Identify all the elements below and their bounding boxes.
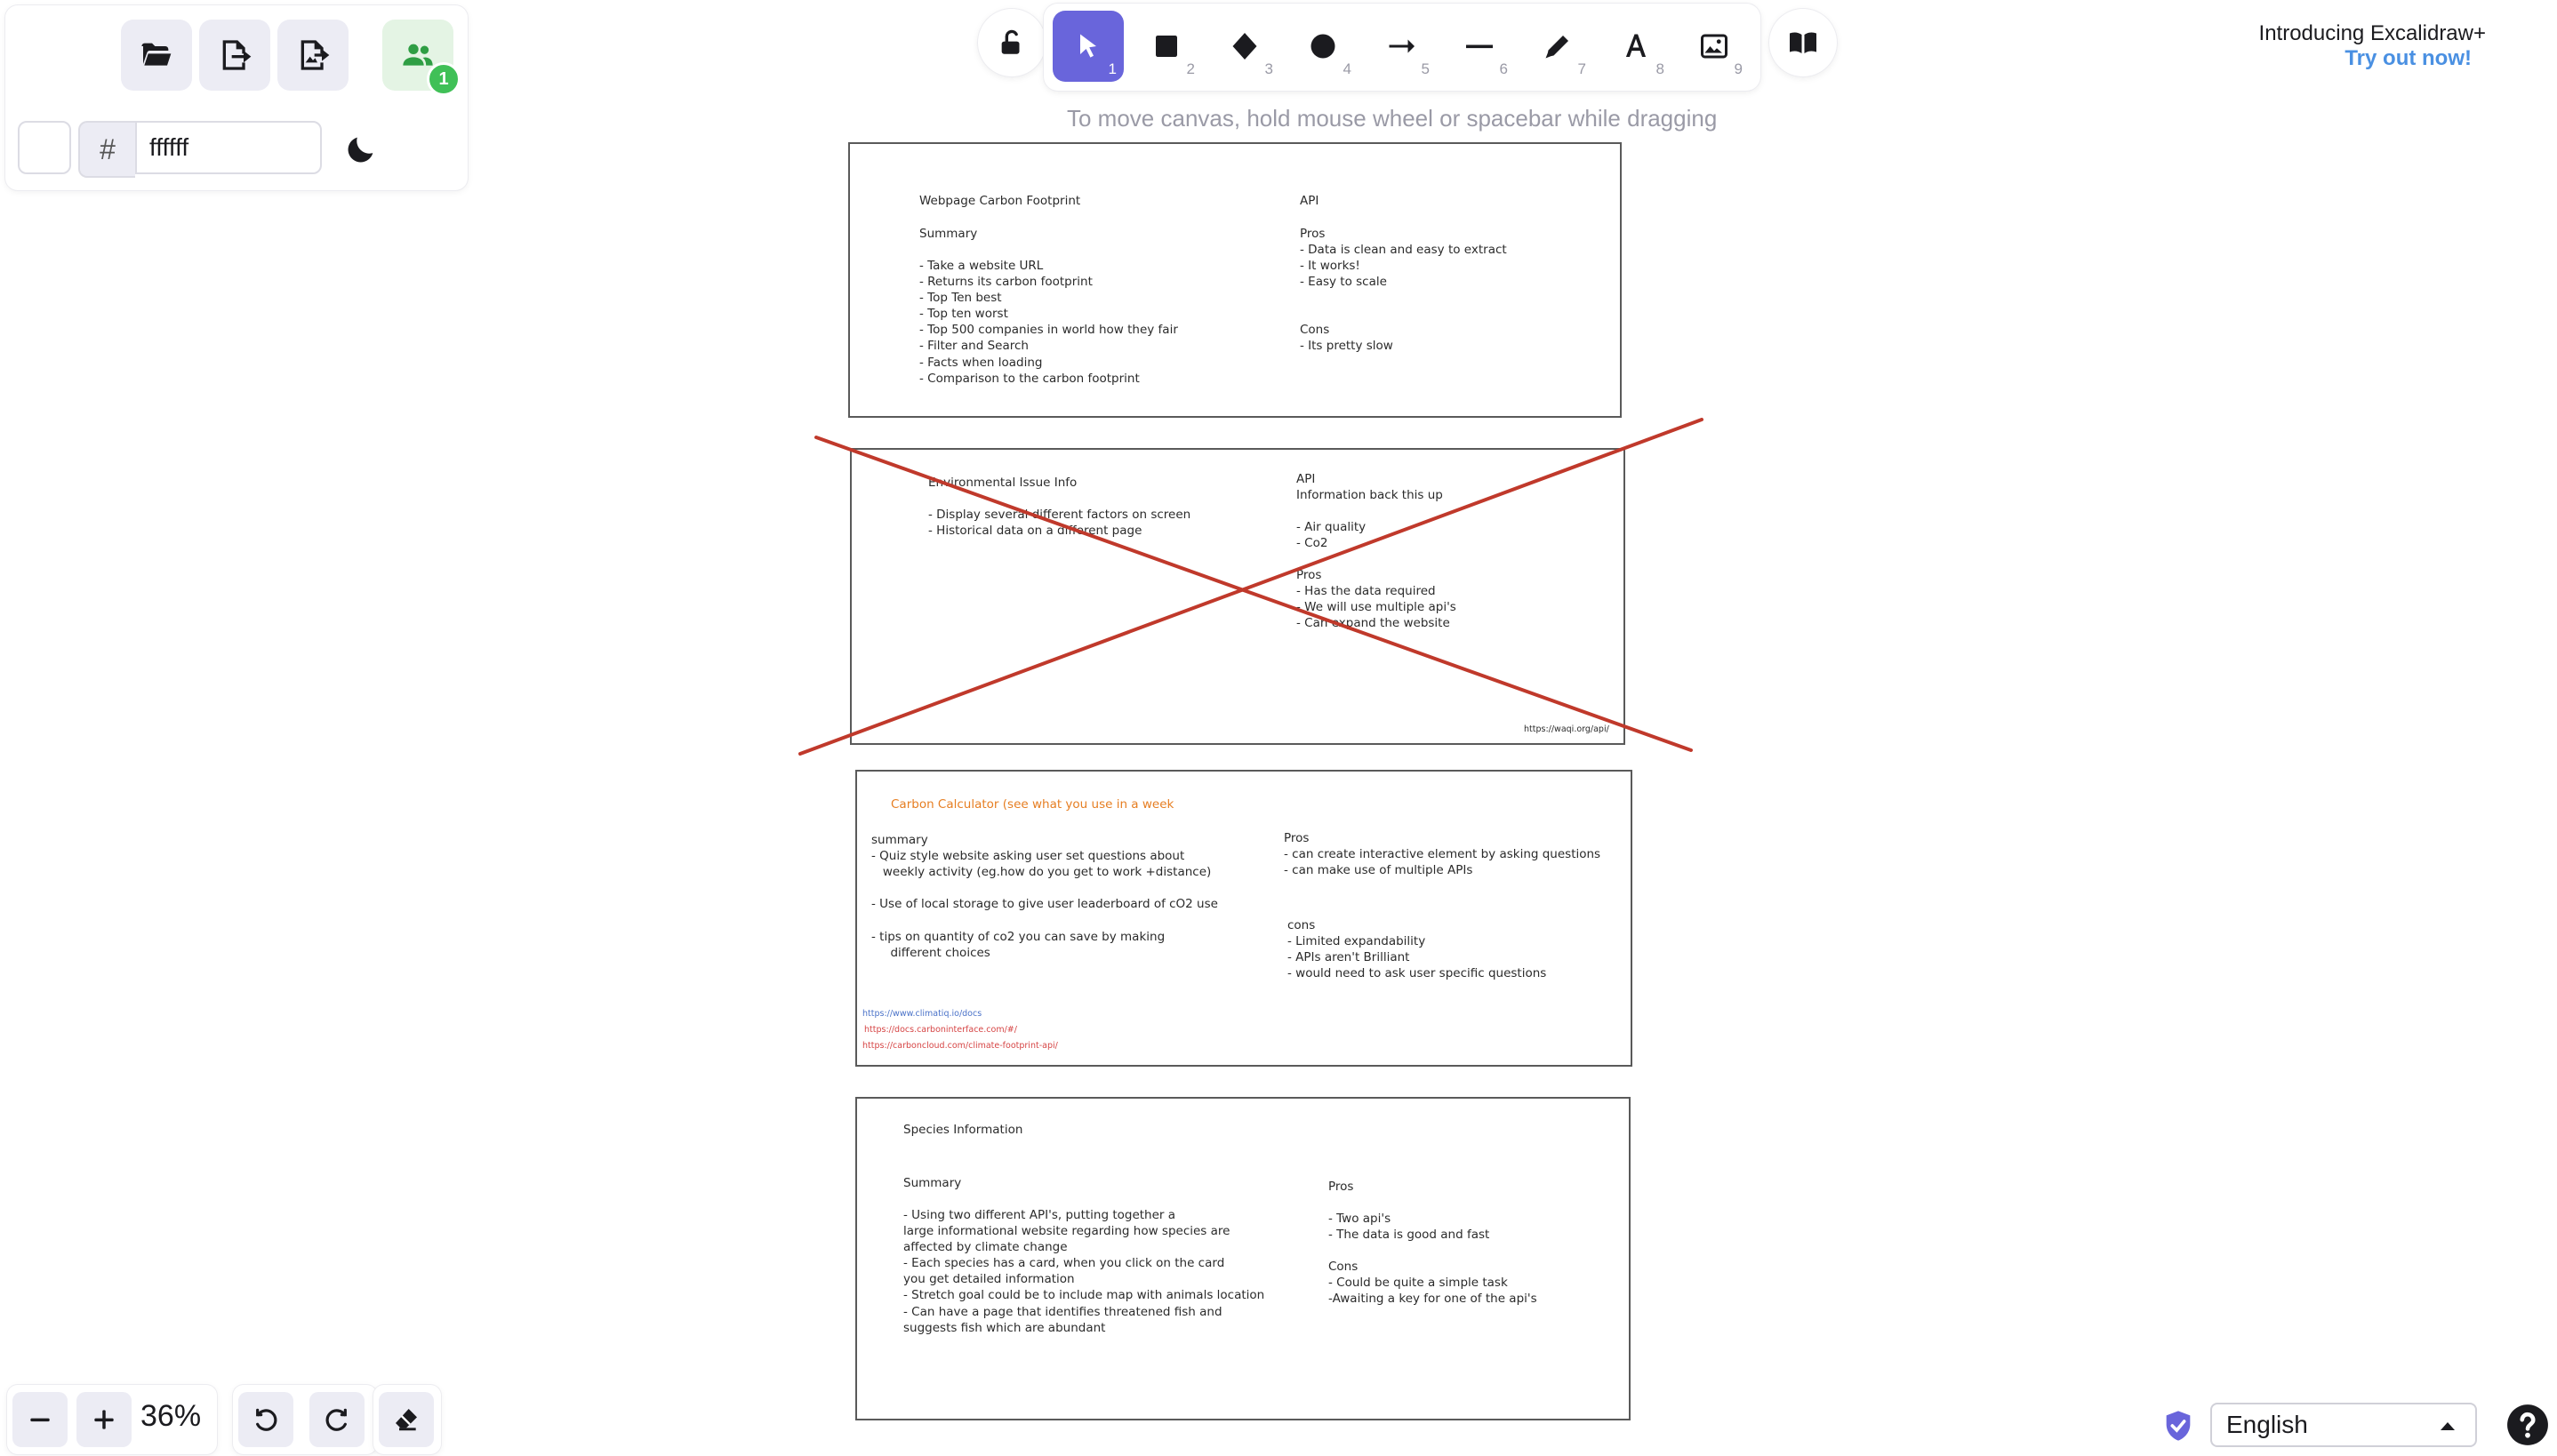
zoom-in-button[interactable] [76,1392,132,1447]
cons-list: cons - Limited expandability - APIs aren… [1287,918,1547,981]
eraser-control [373,1385,441,1454]
eraser-icon [396,1409,417,1431]
redo-icon [325,1408,347,1431]
language-selected-value: English [2226,1411,2308,1438]
minus-icon [30,1418,50,1422]
reference-link[interactable]: https://carboncloud.com/climate-footprin… [862,1038,1058,1054]
card-title: Species Information [903,1123,1023,1137]
redo-button[interactable] [309,1392,365,1447]
pros-list: Pros - can create interactive element by… [1284,831,1601,878]
cons-list: Cons - Could be quite a simple task -Awa… [1328,1260,1537,1307]
reference-link[interactable]: https://docs.carboninterface.com/#/ [864,1022,1017,1038]
help-icon[interactable] [2505,1403,2550,1447]
language-select[interactable]: English [2210,1403,2477,1447]
summary-label: Summary [903,1176,962,1190]
shield-icon[interactable] [2160,1406,2196,1445]
undo-button[interactable] [238,1392,293,1447]
zoom-level[interactable]: 36% [140,1399,201,1434]
reference-link[interactable]: https://www.climatiq.io/docs [862,1006,982,1022]
zoom-out-button[interactable] [12,1392,68,1447]
chevron-up-icon [2441,1422,2455,1430]
undo-icon [256,1408,277,1431]
summary-list: summary - Quiz style website asking user… [871,833,1218,960]
summary-list: - Using two different API's, putting tog… [903,1208,1265,1335]
pros-list: Pros - Two api's - The data is good and … [1328,1180,1490,1243]
plus-icon [94,1410,114,1429]
history-controls [233,1385,377,1454]
card-title: Carbon Calculator (see what you use in a… [891,797,1174,812]
zoom-controls: 36% [7,1385,217,1454]
eraser-button[interactable] [379,1392,434,1447]
